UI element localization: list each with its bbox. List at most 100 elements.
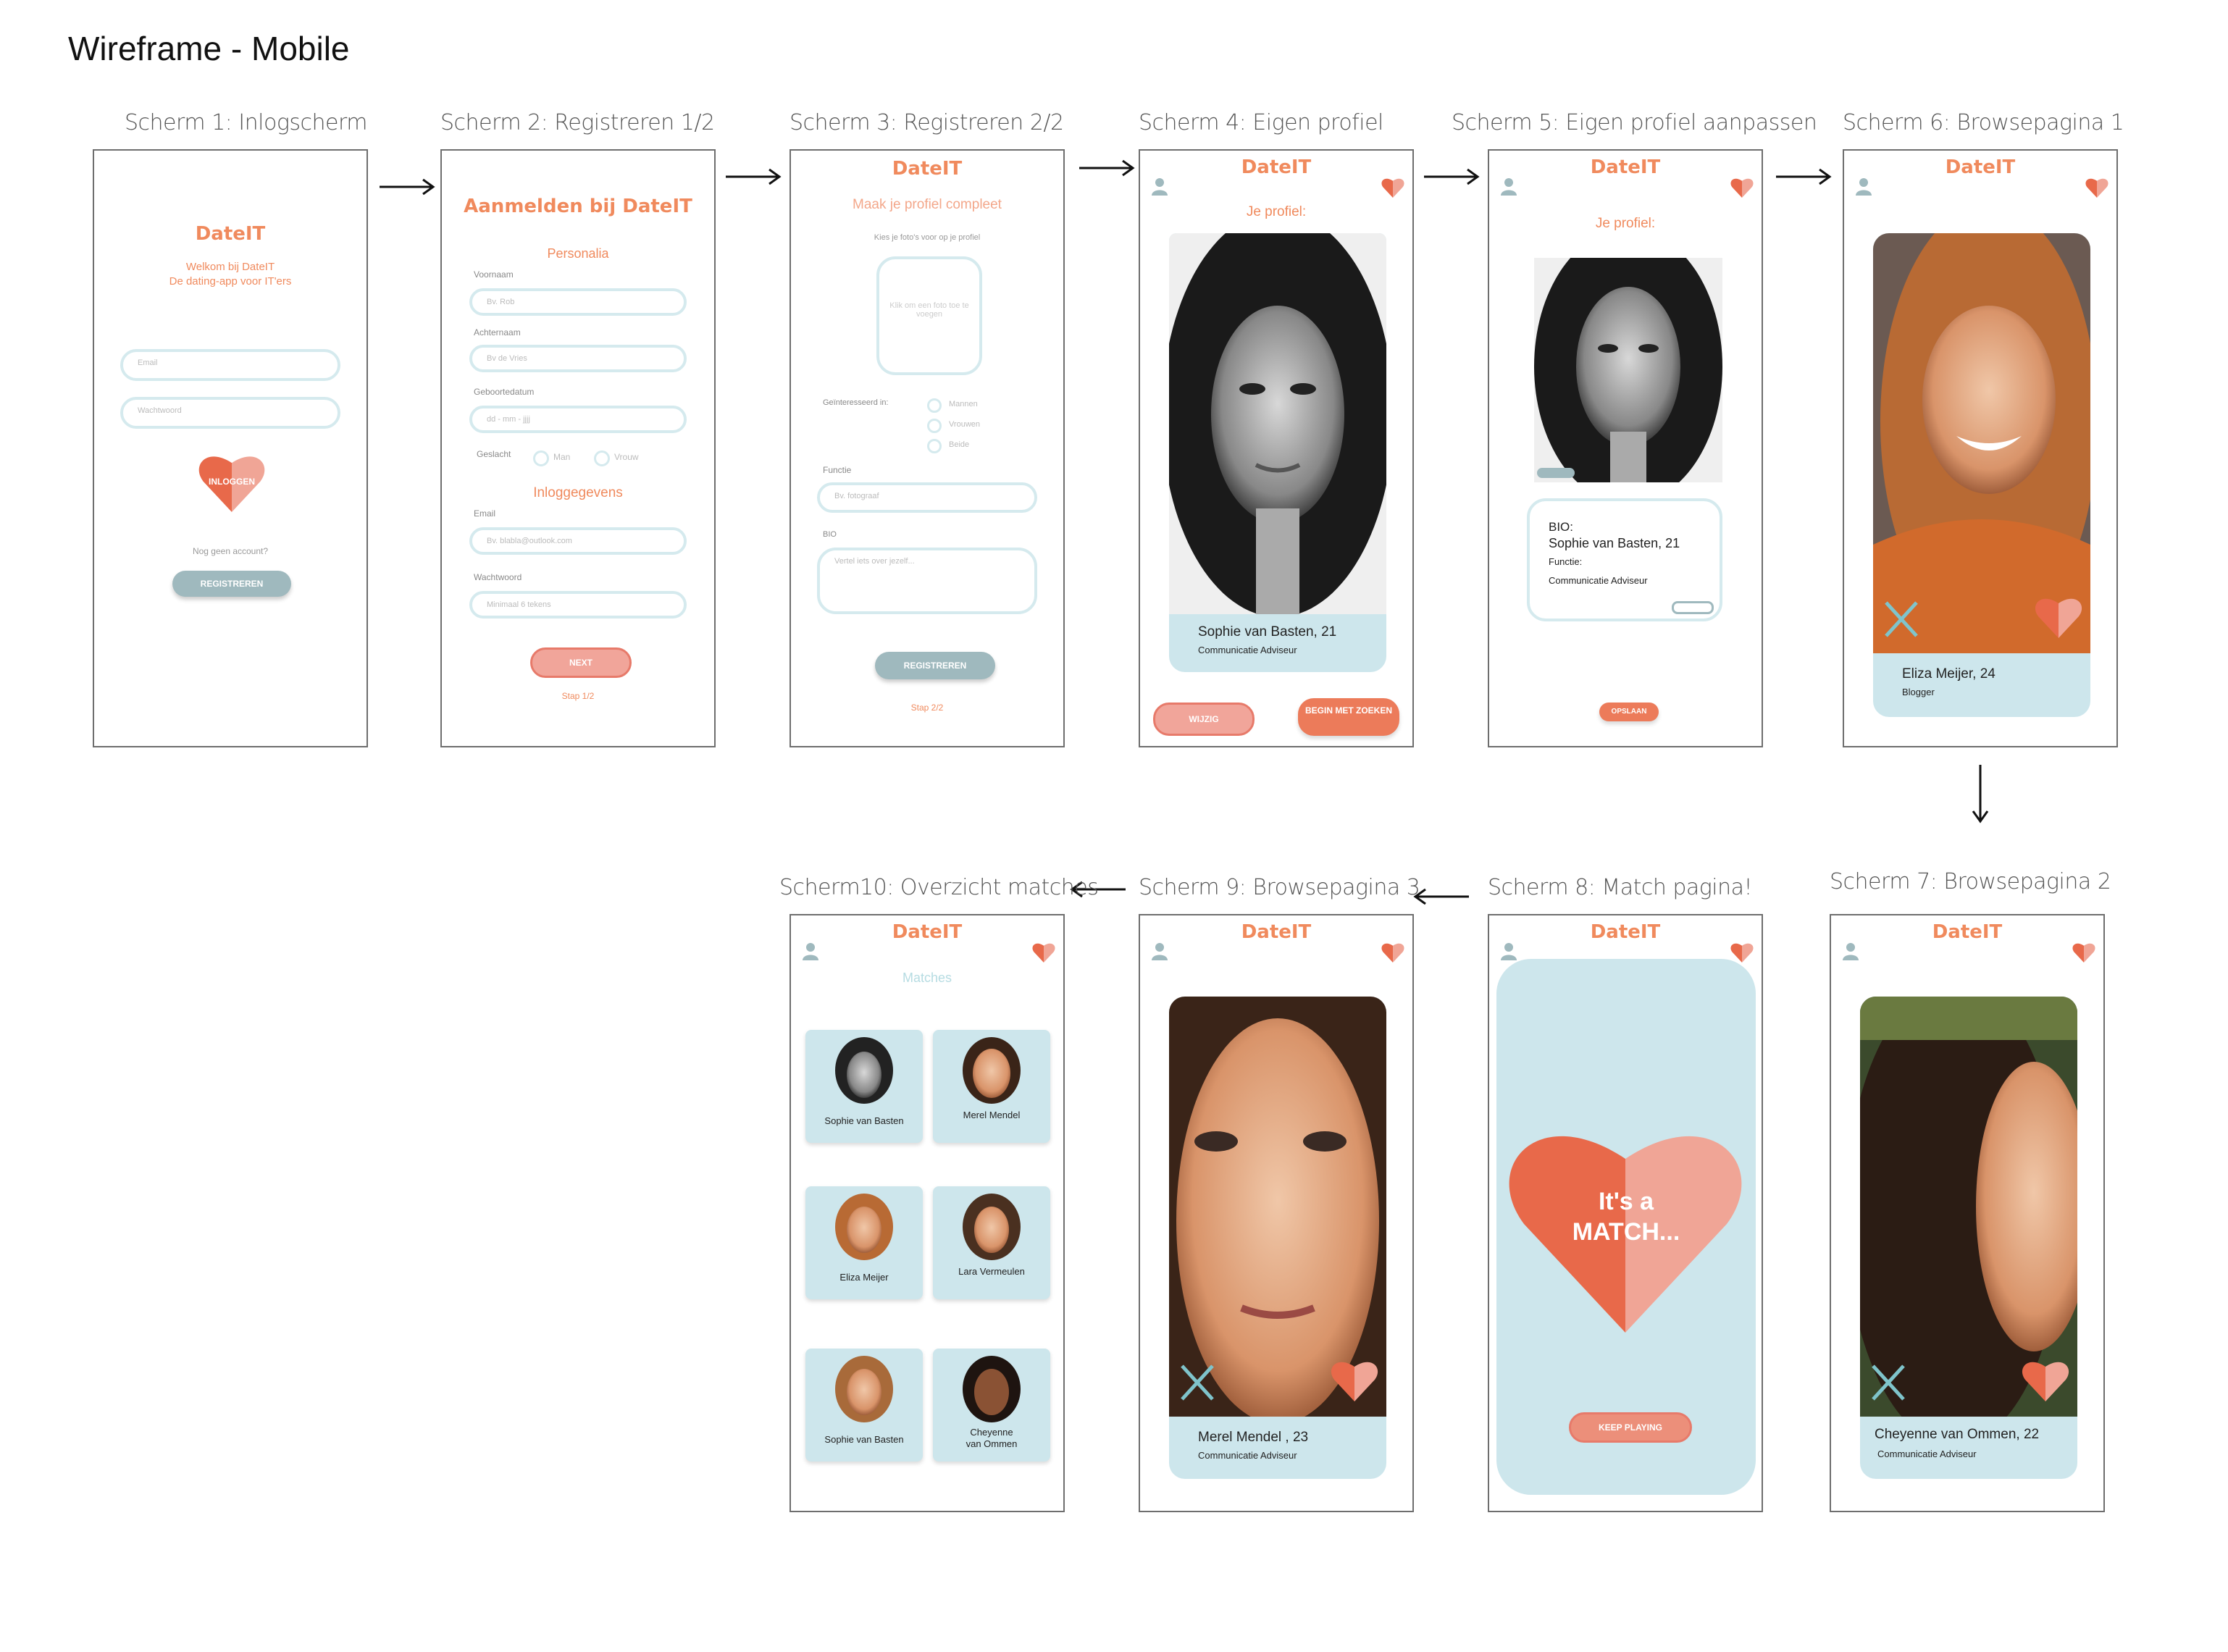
gender-female-radio[interactable] — [594, 450, 610, 466]
browse-card: Eliza Meijer, 24 Blogger — [1873, 233, 2090, 717]
login-heart-button[interactable]: INLOGGEN — [197, 449, 267, 516]
function-field[interactable]: Bv. fotograaf — [817, 482, 1037, 513]
flow-arrow-down-icon — [1972, 765, 1989, 823]
screen-3-register-2: DateIT Maak je profiel compleet Kies je … — [790, 149, 1065, 747]
user-icon[interactable] — [1854, 177, 1873, 196]
keep-playing-button[interactable]: KEEP PLAYING — [1569, 1412, 1692, 1443]
interest-label: Geïnteresseerd in: — [823, 398, 889, 407]
user-icon[interactable] — [801, 942, 820, 960]
interest-men-label: Mannen — [949, 400, 978, 408]
profile-photo[interactable] — [1534, 258, 1722, 482]
screen-8-match: DateIT It's a MATCH... KEEP PLAYING — [1488, 914, 1763, 1512]
profile-heading: Je profiel: — [1246, 204, 1307, 219]
browse-card: Merel Mendel , 23 Communicatie Adviseur — [1169, 997, 1386, 1479]
dislike-x-icon[interactable] — [1179, 1363, 1215, 1402]
heart-icon[interactable] — [2072, 942, 2096, 963]
screen-1-login: DateIT Welkom bij DateIT De dating-app v… — [93, 149, 368, 747]
page-title: Wireframe - Mobile — [68, 30, 350, 67]
match-tile[interactable]: Cheyenne van Ommen — [933, 1349, 1050, 1462]
register-heading: Aanmelden bij DateIT — [464, 196, 692, 217]
add-photo-box[interactable]: Klik om een foto toe te voegen — [876, 256, 982, 375]
heart-icon[interactable] — [1381, 177, 1405, 198]
avatar — [963, 1037, 1021, 1104]
interest-men-radio[interactable] — [927, 398, 942, 413]
match-tile[interactable]: Lara Vermeulen — [933, 1186, 1050, 1299]
start-search-button[interactable]: BEGIN MET ZOEKEN — [1298, 698, 1399, 736]
bio-name: Sophie van Basten, 21 — [1549, 536, 1680, 550]
lastname-field[interactable]: Bv de Vries — [469, 345, 687, 372]
interest-women-label: Vrouwen — [949, 420, 981, 429]
user-icon[interactable] — [1150, 177, 1169, 196]
brand-logo: DateIT — [892, 921, 963, 943]
password-field[interactable]: Wachtwoord — [120, 397, 340, 429]
screen-9-title: Scherm 9: Browsepagina 3 — [1139, 875, 1420, 900]
gender-male-radio[interactable] — [533, 450, 549, 466]
password-field[interactable]: Minimaal 6 tekens — [469, 591, 687, 619]
flow-arrow-right-icon — [1424, 168, 1480, 185]
email-field[interactable]: Bv. blabla@outlook.com — [469, 527, 687, 555]
edit-button[interactable]: WIJZIG — [1153, 703, 1255, 736]
flow-arrow-left-icon — [1413, 888, 1469, 905]
flow-arrow-right-icon — [1079, 159, 1135, 177]
screen-1-title: Scherm 1: Inlogscherm — [125, 110, 367, 135]
brand-logo: DateIT — [892, 158, 963, 180]
user-icon[interactable] — [1499, 942, 1518, 960]
profile-name: Sophie van Basten, 21 — [1198, 624, 1337, 640]
save-button[interactable]: OPSLAAN — [1599, 703, 1659, 721]
email-label: Email — [474, 508, 496, 519]
screen-4-own-profile: DateIT Je profiel: Sophie van Basten, 21… — [1139, 149, 1414, 747]
bio-field[interactable]: Vertel iets over jezelf... — [817, 548, 1037, 614]
match-tile[interactable]: Sophie van Basten — [805, 1349, 923, 1462]
screen-8-title: Scherm 8: Match pagina! — [1488, 875, 1753, 900]
user-icon[interactable] — [1499, 177, 1518, 196]
brand-logo: DateIT — [1241, 921, 1312, 943]
screen-7-title: Scherm 7: Browsepagina 2 — [1830, 869, 2111, 894]
email-field[interactable]: Email — [120, 349, 340, 381]
screen-5-title: Scherm 5: Eigen profiel aanpassen — [1452, 110, 1817, 135]
screen-3-title: Scherm 3: Registreren 2/2 — [790, 110, 1064, 135]
dislike-x-icon[interactable] — [1883, 600, 1919, 639]
heart-icon[interactable] — [1730, 177, 1754, 198]
match-tile[interactable]: Eliza Meijer — [805, 1186, 923, 1299]
match-tile[interactable]: Sophie van Basten — [805, 1030, 923, 1143]
brand-logo: DateIT — [1590, 156, 1661, 178]
user-icon[interactable] — [1841, 942, 1860, 960]
browse-role: Communicatie Adviseur — [1877, 1448, 1977, 1459]
bio-edit-card[interactable]: BIO: Sophie van Basten, 21 Functie: Comm… — [1527, 498, 1722, 621]
screen-5-edit-profile: DateIT Je profiel: BIO: Sophie van Baste… — [1488, 149, 1763, 747]
match-tile[interactable]: Merel Mendel — [933, 1030, 1050, 1143]
match-name: Merel Mendel — [963, 1110, 1021, 1120]
bio-function-label: Functie: — [1549, 556, 1583, 567]
heart-icon[interactable] — [1730, 942, 1754, 963]
interest-women-radio[interactable] — [927, 419, 942, 433]
like-heart-icon[interactable] — [2021, 1357, 2070, 1404]
change-photo-handle[interactable] — [1537, 468, 1575, 478]
screen-6-browse-1: DateIT Eliza Meijer, 24 Blogger — [1843, 149, 2118, 747]
avatar — [963, 1194, 1021, 1260]
heart-icon[interactable] — [1381, 942, 1405, 963]
dob-field[interactable]: dd - mm - jjjj — [469, 406, 687, 433]
register-button[interactable]: REGISTREREN — [875, 652, 995, 679]
brand-logo: DateIT — [1932, 921, 2003, 943]
bio-save-handle[interactable] — [1672, 601, 1714, 614]
interest-both-radio[interactable] — [927, 439, 942, 453]
lastname-label: Achternaam — [474, 327, 521, 337]
profile-role: Communicatie Adviseur — [1198, 645, 1297, 655]
bio-label: BIO: — [1549, 520, 1574, 534]
like-heart-icon[interactable] — [1330, 1357, 1379, 1404]
heart-icon[interactable] — [1031, 942, 1056, 963]
next-button[interactable]: NEXT — [530, 647, 632, 678]
heart-icon[interactable] — [2085, 177, 2109, 198]
like-heart-icon[interactable] — [2034, 594, 2083, 640]
photo-hint: Kies je foto's voor op je profiel — [874, 233, 981, 242]
flow-arrow-right-icon — [1776, 168, 1832, 185]
dislike-x-icon[interactable] — [1870, 1363, 1906, 1402]
register-button[interactable]: REGISTREREN — [172, 571, 291, 597]
user-icon[interactable] — [1150, 942, 1169, 960]
brand-logo: DateIT — [1590, 921, 1661, 943]
profile-photo — [1169, 233, 1386, 614]
firstname-field[interactable]: Bv. Rob — [469, 288, 687, 316]
screen-10-title: Scherm10: Overzicht matches — [779, 875, 1099, 900]
browse-photo — [1169, 997, 1386, 1417]
browse-role: Blogger — [1902, 687, 1935, 697]
